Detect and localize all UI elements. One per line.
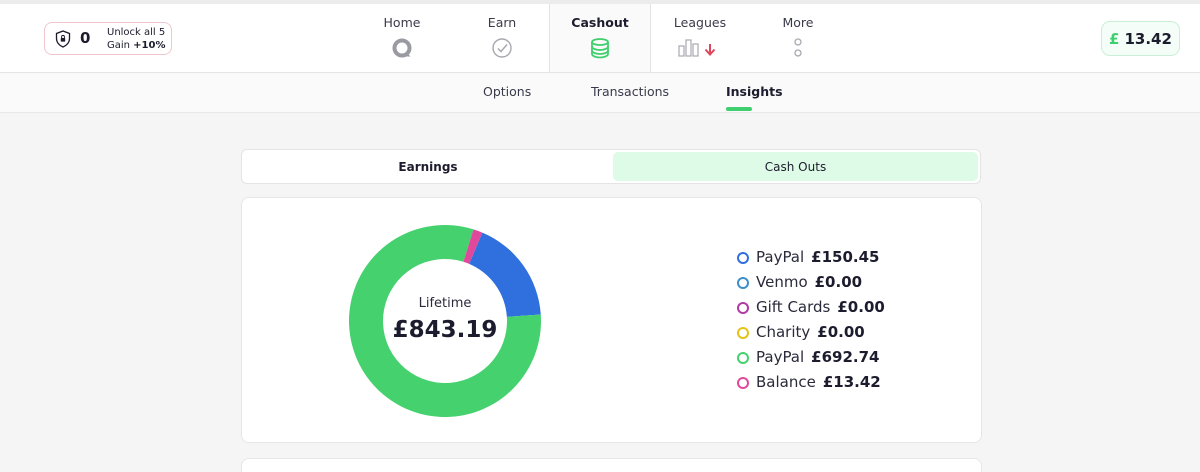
legend-item: PayPal £150.45 [737,244,885,269]
top-nav-bar: 0 Unlock all 5 Gain +10% Home Earn Casho… [0,0,1200,73]
next-card [241,458,982,472]
donut-center-label: Lifetime [418,296,472,311]
legend-label: Charity [756,322,811,341]
legend-value: £0.00 [817,322,865,341]
legend-value: £692.74 [811,347,880,366]
check-circle-icon [492,38,512,58]
unlock-gain-value: +10% [133,40,166,51]
legend-marker [737,251,749,264]
legend-marker [737,326,749,339]
legend-item: PayPal £692.74 [737,344,885,369]
insights-card: Lifetime £843.19 PayPal £150.45 Venmo £0.00… [241,197,982,443]
legend-marker [737,351,749,364]
legend-value: £0.00 [837,297,885,316]
balance-pill[interactable]: £ 13.42 [1101,21,1180,56]
currency-symbol: £ [1109,29,1120,48]
tab-options[interactable]: Options [483,84,531,99]
nav-cashout[interactable]: Cashout [549,4,651,72]
active-tab-indicator [726,107,752,111]
unlock-count: 0 [80,29,91,47]
tab-transactions[interactable]: Transactions [591,84,669,99]
legend-item: Gift Cards £0.00 [737,294,885,319]
nav-cashout-label: Cashout [571,15,629,30]
legend-item: Charity £0.00 [737,319,885,344]
bars-down-arrow-icon [678,39,716,57]
legend-value: £0.00 [814,272,863,291]
toggle-cash-outs[interactable]: Cash Outs [613,152,978,181]
legend-marker [737,301,749,314]
nav-leagues-label: Leagues [673,15,727,30]
chart-legend: PayPal £150.45 Venmo £0.00 Gift Cards £0.00 Ch… [737,244,885,394]
tab-insights[interactable]: Insights [726,84,783,99]
legend-label: PayPal [756,347,805,366]
sub-tabs: Options Transactions Insights [0,73,1200,113]
legend-marker [737,276,749,289]
unlock-bonus-badge[interactable]: 0 Unlock all 5 Gain +10% [44,22,172,55]
legend-item: Venmo £0.00 [737,269,885,294]
coins-stack-icon [591,38,609,59]
legend-value: £150.45 [811,247,880,266]
unlock-gain-prefix: Gain [107,40,134,51]
legend-marker [737,376,749,389]
legend-item: Balance £13.42 [737,369,885,394]
shield-lock-icon [55,30,71,48]
nav-earn-label: Earn [487,15,517,30]
unlock-subtitle: Gain +10% [107,40,166,51]
dots-vertical-icon [794,38,802,57]
nav-more-label: More [782,15,814,30]
nav-more[interactable]: More [756,4,840,72]
nav-home-label: Home [383,15,421,30]
unlock-title: Unlock all 5 [107,27,166,38]
earnings-cashouts-toggle: Earnings Cash Outs [241,149,981,184]
donut-center-value: £843.19 [392,317,498,343]
legend-value: £13.42 [822,372,881,391]
legend-label: Balance [756,372,816,391]
home-circle-icon [392,38,412,58]
toggle-earnings[interactable]: Earnings [244,152,612,181]
balance-amount: 13.42 [1124,29,1172,48]
nav-earn[interactable]: Earn [460,4,544,72]
legend-label: PayPal [756,247,805,266]
nav-leagues[interactable]: Leagues [658,4,742,72]
legend-label: Gift Cards [756,297,831,316]
nav-home[interactable]: Home [360,4,444,72]
legend-label: Venmo [756,272,808,291]
